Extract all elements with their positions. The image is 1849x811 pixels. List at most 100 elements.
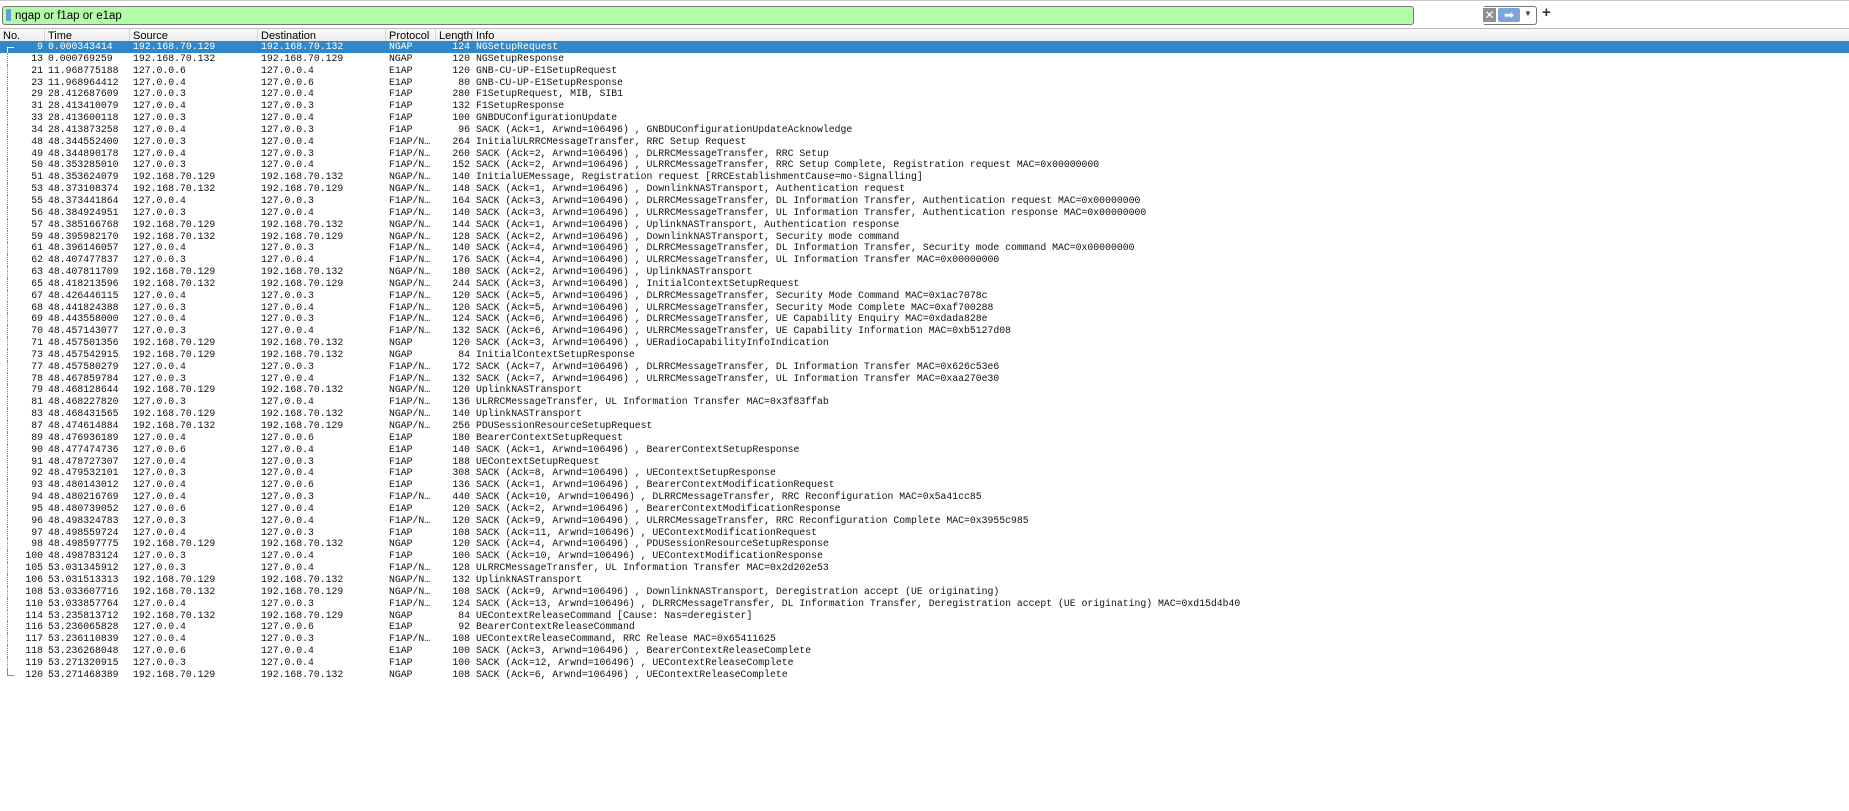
- packet-row[interactable]: 106 53.031513313 192.168.70.129 192.168.70.…: [0, 573, 1849, 586]
- packet-protocol: NGAP: [389, 538, 413, 550]
- packet-source: 127.0.0.4: [133, 526, 186, 538]
- packet-row[interactable]: 100 48.498783124 127.0.0.3 127.0.0.4 F1AP 100…: [0, 550, 1849, 563]
- packet-row[interactable]: 116 53.236065828 127.0.0.4 127.0.0.6 E1AP 92 B…: [0, 621, 1849, 634]
- packet-source: 127.0.0.4: [133, 313, 186, 325]
- packet-row[interactable]: 105 53.031345912 127.0.0.3 127.0.0.4 F1AP/N……: [0, 562, 1849, 574]
- plus-icon[interactable]: +: [1542, 4, 1551, 21]
- packet-row[interactable]: 70 48.457143077 127.0.0.3 127.0.0.4 F1AP/N… 1…: [0, 325, 1849, 338]
- packet-row[interactable]: 68 48.441824388 127.0.0.3 127.0.0.4 F1AP/N… 1…: [0, 301, 1849, 314]
- display-filter-toolbar: ✕ ➡ ▼ +: [0, 0, 1849, 27]
- packet-destination: 127.0.0.4: [261, 514, 314, 526]
- packet-source: 192.168.70.132: [133, 609, 216, 621]
- packet-row[interactable]: 118 53.236268048 127.0.0.6 127.0.0.4 E1AP 100…: [0, 645, 1849, 657]
- packet-row[interactable]: 49 48.344890178 127.0.0.4 127.0.0.3 F1AP/N… 2…: [0, 147, 1849, 160]
- packet-row[interactable]: 69 48.443558000 127.0.0.4 127.0.0.3 F1AP/N… 1…: [0, 313, 1849, 326]
- packet-number: 73: [31, 348, 43, 360]
- packet-row[interactable]: 83 48.468431565 192.168.70.129 192.168.70.1…: [0, 408, 1849, 420]
- chevron-down-icon[interactable]: ▼: [1524, 9, 1532, 18]
- packet-length: 132: [452, 100, 470, 112]
- bookmark-icon[interactable]: [6, 9, 11, 21]
- packet-row[interactable]: 59 48.395982170 192.168.70.132 192.168.70.1…: [0, 230, 1849, 243]
- packet-length: 80: [458, 76, 470, 88]
- packet-length: 124: [452, 597, 470, 609]
- packet-protocol: F1AP: [389, 112, 413, 124]
- packet-row[interactable]: 89 48.476936189 127.0.0.4 127.0.0.6 E1AP 180 B…: [0, 431, 1849, 444]
- packet-time: 48.476936189: [48, 431, 119, 443]
- packet-row[interactable]: 33 28.413600118 127.0.0.3 127.0.0.4 F1AP 100 G…: [0, 112, 1849, 124]
- packet-row[interactable]: 93 48.480143012 127.0.0.4 127.0.0.6 E1AP 136 S…: [0, 479, 1849, 492]
- packet-row[interactable]: 77 48.457580279 127.0.0.4 127.0.0.3 F1AP/N… 1…: [0, 360, 1849, 373]
- packet-info: F1SetupResponse: [476, 100, 565, 112]
- packet-row[interactable]: 51 48.353624079 192.168.70.129 192.168.70.1…: [0, 171, 1849, 184]
- packet-row[interactable]: 50 48.353285010 127.0.0.3 127.0.0.4 F1AP/N… 1…: [0, 159, 1849, 172]
- packet-row[interactable]: 110 53.033857764 127.0.0.4 127.0.0.3 F1AP/N……: [0, 597, 1849, 610]
- packet-number: 69: [31, 313, 43, 325]
- packet-row[interactable]: 55 48.373441864 127.0.0.4 127.0.0.3 F1AP/N… 1…: [0, 194, 1849, 207]
- packet-row[interactable]: 120 53.271468389 192.168.70.129 192.168.70.…: [0, 668, 1849, 681]
- packet-number: 51: [31, 171, 43, 183]
- packet-row[interactable]: 97 48.498559724 127.0.0.4 127.0.0.3 F1AP 108 S…: [0, 526, 1849, 539]
- packet-row[interactable]: 56 48.384924951 127.0.0.3 127.0.0.4 F1AP/N… 1…: [0, 206, 1849, 219]
- packet-protocol: NGAP/N…: [389, 218, 431, 230]
- packet-list[interactable]: 9 0.000343414 192.168.70.129 192.168.70.132…: [0, 41, 1849, 681]
- packet-time: 48.373108374: [48, 183, 119, 195]
- display-filter[interactable]: [2, 6, 1475, 25]
- packet-time: 48.480739052: [48, 502, 119, 514]
- packet-row[interactable]: 78 48.467859784 127.0.0.3 127.0.0.4 F1AP/N… 1…: [0, 372, 1849, 385]
- packet-row[interactable]: 73 48.457542915 192.168.70.129 192.168.70.1…: [0, 348, 1849, 361]
- packet-row[interactable]: 57 48.385166768 192.168.70.129 192.168.70.1…: [0, 218, 1849, 231]
- packet-row[interactable]: 96 48.498324783 127.0.0.3 127.0.0.4 F1AP/N… 1…: [0, 514, 1849, 527]
- packet-source: 192.168.70.129: [133, 384, 216, 396]
- packet-number: 23: [31, 76, 43, 88]
- packet-protocol: F1AP/N…: [389, 289, 431, 301]
- packet-row[interactable]: 81 48.468227820 127.0.0.3 127.0.0.4 F1AP/N… 1…: [0, 396, 1849, 409]
- packet-row[interactable]: 117 53.236110839 127.0.0.4 127.0.0.3 F1AP/N……: [0, 633, 1849, 646]
- packet-row[interactable]: 91 48.478727307 127.0.0.4 127.0.0.3 F1AP 188 U…: [0, 455, 1849, 468]
- packet-row[interactable]: 63 48.407811709 192.168.70.129 192.168.70.1…: [0, 266, 1849, 278]
- packet-time: 48.395982170: [48, 230, 119, 242]
- packet-row[interactable]: 71 48.457501356 192.168.70.129 192.168.70.1…: [0, 337, 1849, 349]
- packet-protocol: F1AP/N…: [389, 372, 431, 384]
- packet-destination: 192.168.70.129: [261, 585, 344, 597]
- packet-row[interactable]: 31 28.413410079 127.0.0.4 127.0.0.3 F1AP 132 F…: [0, 100, 1849, 113]
- packet-row[interactable]: 90 48.477474736 127.0.0.6 127.0.0.4 E1AP 140 S…: [0, 443, 1849, 456]
- packet-row[interactable]: 29 28.412687609 127.0.0.3 127.0.0.4 F1AP 280 F…: [0, 88, 1849, 101]
- packet-row[interactable]: 67 48.426446115 127.0.0.4 127.0.0.3 F1AP/N… 1…: [0, 289, 1849, 302]
- packet-row[interactable]: 34 28.413873258 127.0.0.4 127.0.0.3 F1AP 96 SA…: [0, 123, 1849, 136]
- packet-row[interactable]: 94 48.480216769 127.0.0.4 127.0.0.3 F1AP/N… 4…: [0, 491, 1849, 503]
- packet-row[interactable]: 13 0.000769259 192.168.70.132 192.168.70.12…: [0, 52, 1849, 65]
- packet-row[interactable]: 95 48.480739052 127.0.0.6 127.0.0.4 E1AP 120 S…: [0, 502, 1849, 515]
- arrow-right-icon[interactable]: ➡: [1498, 8, 1520, 22]
- packet-row[interactable]: 119 53.271320915 127.0.0.3 127.0.0.4 F1AP 100…: [0, 656, 1849, 669]
- packet-row[interactable]: 53 48.373108374 192.168.70.132 192.168.70.1…: [0, 183, 1849, 195]
- packet-info: UEContextSetupRequest: [476, 455, 600, 467]
- packet-number: 67: [31, 289, 43, 301]
- packet-row[interactable]: 92 48.479532101 127.0.0.3 127.0.0.4 F1AP 308 S…: [0, 467, 1849, 480]
- packet-row[interactable]: 21 11.968775188 127.0.0.6 127.0.0.4 E1AP 120 G…: [0, 64, 1849, 77]
- packet-source: 127.0.0.3: [133, 206, 186, 218]
- packet-info: BearerContextReleaseCommand: [476, 621, 635, 633]
- packet-row[interactable]: 65 48.418213596 192.168.70.132 192.168.70.1…: [0, 277, 1849, 290]
- clear-icon[interactable]: ✕: [1483, 8, 1496, 22]
- packet-row[interactable]: 114 53.235813712 192.168.70.132 192.168.70.…: [0, 609, 1849, 622]
- packet-row[interactable]: 108 53.033607716 192.168.70.132 192.168.70.…: [0, 585, 1849, 598]
- packet-number: 95: [31, 502, 43, 514]
- packet-row[interactable]: 61 48.396146057 127.0.0.4 127.0.0.3 F1AP/N… 1…: [0, 242, 1849, 255]
- packet-protocol: NGAP/N…: [389, 266, 431, 278]
- packet-row[interactable]: 48 48.344552400 127.0.0.3 127.0.0.4 F1AP/N… 2…: [0, 135, 1849, 148]
- display-filter-input[interactable]: [15, 7, 1475, 24]
- packet-time: 48.443558000: [48, 313, 119, 325]
- packet-protocol: F1AP/N…: [389, 396, 431, 408]
- packet-protocol: NGAP: [389, 337, 413, 349]
- packet-row[interactable]: 87 48.474614884 192.168.70.132 192.168.70.1…: [0, 420, 1849, 432]
- packet-length: 92: [458, 621, 470, 633]
- packet-row[interactable]: 62 48.407477837 127.0.0.3 127.0.0.4 F1AP/N… 1…: [0, 254, 1849, 267]
- packet-info: GNB-CU-UP-E1SetupResponse: [476, 76, 623, 88]
- packet-row[interactable]: 23 11.968964412 127.0.0.4 127.0.0.6 E1AP 80 GN…: [0, 76, 1849, 89]
- packet-row[interactable]: 9 0.000343414 192.168.70.129 192.168.70.132…: [0, 41, 1849, 60]
- packet-row[interactable]: 79 48.468128644 192.168.70.129 192.168.70.1…: [0, 384, 1849, 397]
- packet-source: 127.0.0.3: [133, 550, 186, 562]
- packet-row[interactable]: 98 48.498597775 192.168.70.129 192.168.70.1…: [0, 538, 1849, 551]
- packet-protocol: E1AP: [389, 621, 413, 633]
- packet-destination: 127.0.0.4: [261, 396, 314, 408]
